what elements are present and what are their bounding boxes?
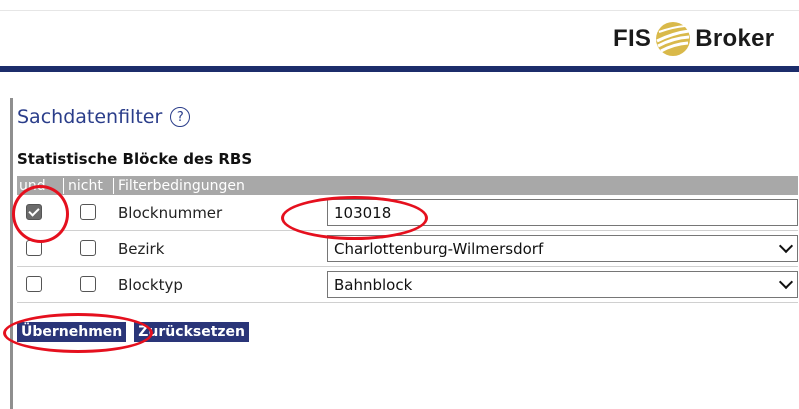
column-header-nicht: nicht: [63, 177, 113, 194]
bezirk-select[interactable]: Charlottenburg-Wilmersdorf: [327, 235, 798, 262]
row-label-blocktyp: Blocktyp: [118, 275, 183, 294]
help-icon[interactable]: ?: [170, 107, 191, 127]
chevron-down-icon: [778, 238, 794, 254]
section-title: Statistische Blöcke des RBS: [17, 150, 253, 168]
header-bar: [0, 66, 799, 72]
left-rule: [10, 98, 13, 409]
filter-table: und nicht Filterbedingungen Blocknummer …: [17, 176, 798, 303]
filter-row-blocktyp: Blocktyp Bahnblock: [17, 267, 798, 303]
filter-row-blocknummer: Blocknummer 103018: [17, 195, 798, 231]
logo-text-fis: FIS: [613, 25, 652, 52]
reset-button[interactable]: Zurücksetzen: [134, 322, 250, 342]
table-header: und nicht Filterbedingungen: [17, 176, 798, 195]
filter-row-bezirk: Bezirk Charlottenburg-Wilmersdorf: [17, 231, 798, 267]
top-divider: [0, 10, 799, 11]
fis-broker-globe-icon: [656, 22, 691, 56]
page-title: Sachdatenfilter ?: [17, 106, 191, 128]
chevron-down-icon: [778, 274, 794, 290]
und-checkbox-blocktyp[interactable]: [26, 276, 42, 292]
button-bar: Übernehmen Zurücksetzen: [17, 322, 250, 342]
bezirk-selected-value: Charlottenburg-Wilmersdorf: [334, 239, 544, 258]
blocktyp-select[interactable]: Bahnblock: [327, 271, 798, 298]
nicht-checkbox-blocknummer[interactable]: [80, 204, 96, 220]
row-label-bezirk: Bezirk: [118, 239, 165, 258]
und-checkbox-blocknummer[interactable]: [26, 204, 42, 220]
row-label-blocknummer: Blocknummer: [118, 203, 223, 222]
column-header-und: und: [19, 177, 46, 194]
column-header-conditions: Filterbedingungen: [113, 177, 798, 194]
logo-text-broker: Broker: [695, 25, 775, 52]
blocktyp-selected-value: Bahnblock: [334, 275, 413, 294]
und-checkbox-bezirk[interactable]: [26, 240, 42, 256]
page-title-text: Sachdatenfilter: [17, 106, 163, 128]
fis-broker-logo[interactable]: FIS Broker: [613, 19, 774, 59]
nicht-checkbox-bezirk[interactable]: [80, 240, 96, 256]
nicht-checkbox-blocktyp[interactable]: [80, 276, 96, 292]
apply-button[interactable]: Übernehmen: [17, 322, 127, 342]
blocknummer-input[interactable]: 103018: [327, 199, 798, 226]
